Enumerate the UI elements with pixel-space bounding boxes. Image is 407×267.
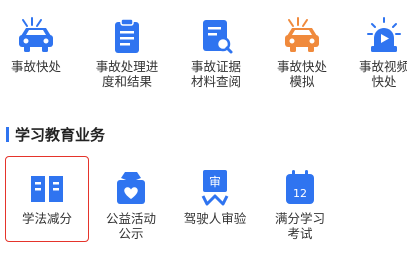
- section-title-text: 学习教育业务: [15, 125, 106, 144]
- calendar-12-icon: 12: [286, 170, 314, 204]
- heart-badge-icon: [117, 172, 145, 204]
- car-collision-orange-icon: [285, 17, 319, 52]
- tile-label: 满分学习 考试: [274, 211, 325, 241]
- tile-label: 事故证据 材料查阅: [190, 59, 241, 89]
- tile-label: 事故快处: [10, 59, 61, 74]
- open-book-icon: [31, 176, 63, 202]
- clipboard-icon: [115, 18, 139, 53]
- section-title-bar: [6, 126, 9, 142]
- car-collision-icon: [19, 17, 53, 52]
- document-search-icon: [203, 20, 233, 54]
- tile-label: 事故处理进 度和结果: [95, 59, 159, 89]
- section-title: 学习教育业务: [6, 124, 105, 144]
- calendar-icon-text: 12: [293, 187, 307, 200]
- review-flag-icon: 审: [201, 170, 229, 206]
- review-icon-text: 审: [209, 174, 221, 189]
- tile-label: 事故视频 快处: [358, 59, 407, 89]
- video-alarm-icon: [367, 17, 401, 52]
